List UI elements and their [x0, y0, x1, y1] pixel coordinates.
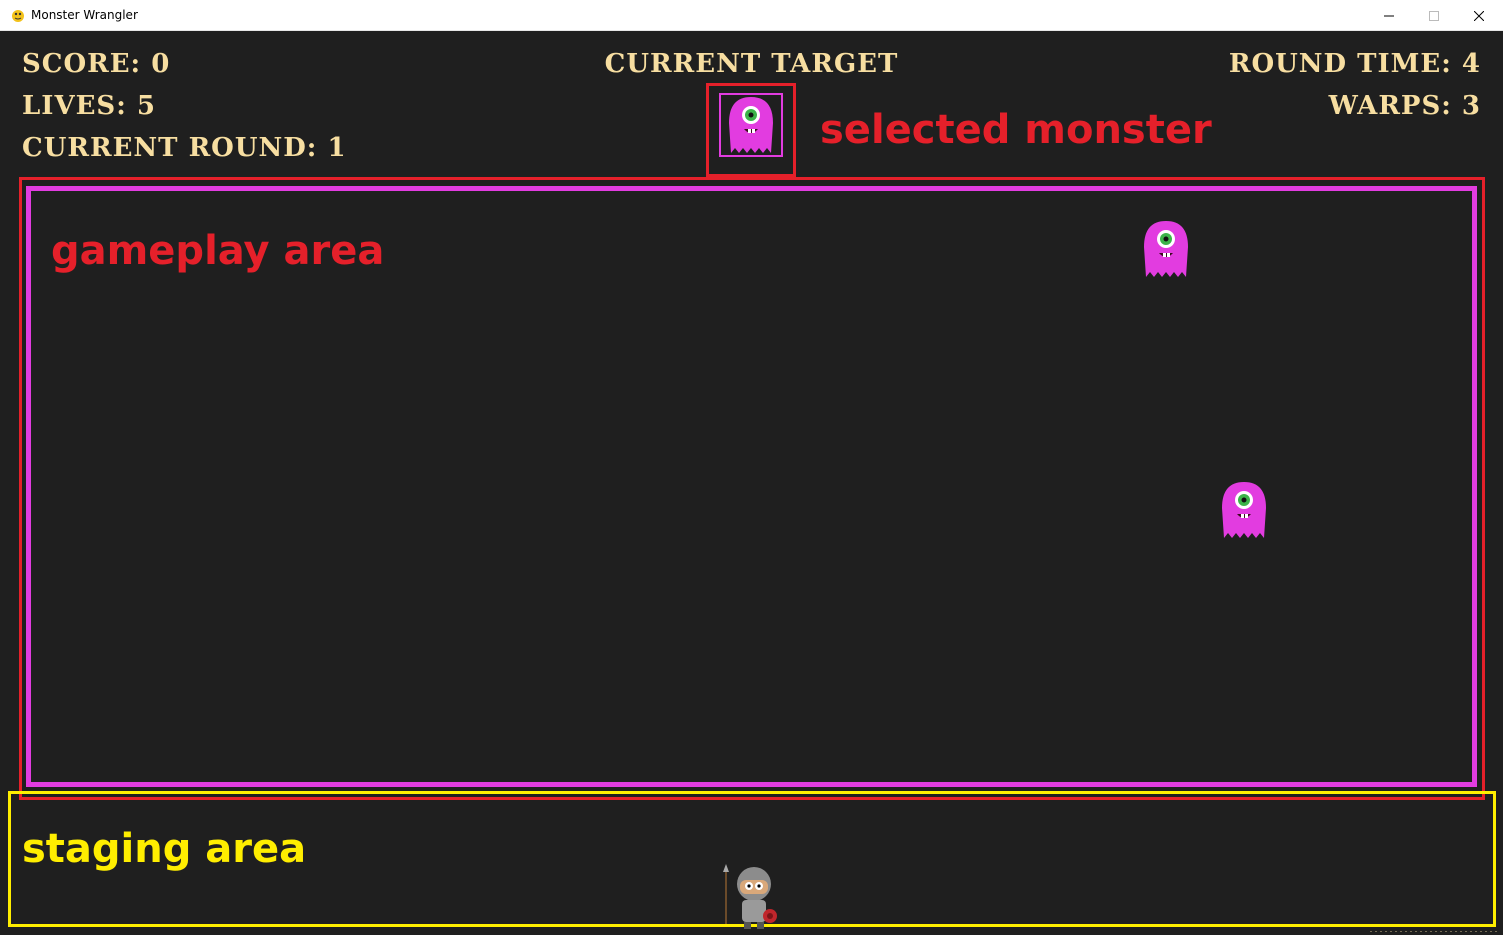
pygame-snake-icon: [12, 10, 24, 22]
knight-player-sprite[interactable]: [718, 864, 778, 930]
game-canvas[interactable]: Score: 0 Lives: 5 Current Round: 1 Curre…: [0, 31, 1503, 935]
monster-sprite[interactable]: [1218, 478, 1270, 540]
close-icon: [1474, 10, 1484, 21]
warps-label: Warps: 3: [1328, 91, 1481, 121]
window-titlebar: Monster Wrangler: [0, 0, 1503, 31]
minimize-icon: [1384, 15, 1394, 16]
gameplay-area-annotation: gameplay area: [51, 228, 385, 274]
target-monster-sprite: [729, 97, 773, 153]
staging-area-annotation: staging area: [22, 826, 307, 872]
current-round-label: Current Round: 1: [22, 133, 347, 163]
round-time-label: Round Time: 4: [1228, 49, 1481, 79]
minimize-button[interactable]: [1366, 0, 1412, 31]
monster-sprite[interactable]: [1140, 217, 1192, 279]
close-button[interactable]: [1456, 0, 1502, 31]
lives-label: Lives: 5: [22, 91, 156, 121]
selected-monster-annotation: selected monster: [820, 107, 1212, 153]
maximize-button[interactable]: [1411, 0, 1457, 31]
window-title: Monster Wrangler: [31, 8, 138, 22]
maximize-icon: [1429, 10, 1439, 21]
resize-grip: [1370, 931, 1500, 932]
